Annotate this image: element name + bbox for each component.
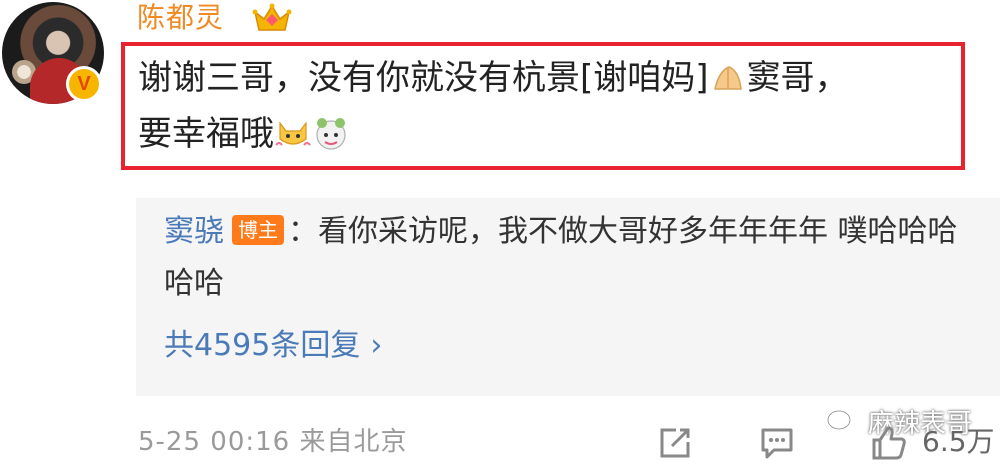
pray-hands-emoji xyxy=(713,66,742,90)
comment-icon[interactable] xyxy=(758,424,796,462)
comment-username[interactable]: 陈都灵 xyxy=(137,0,224,36)
timestamp: 5-25 00:16 xyxy=(138,427,291,457)
chevron-right-icon: › xyxy=(370,328,383,363)
comment-meta: 5-25 00:16 来自北京 xyxy=(138,424,407,460)
cat-emoji xyxy=(275,121,311,146)
source-location: 来自北京 xyxy=(299,427,408,457)
comment-body: 谢谢三哥，没有你就没有杭景[谢咱妈] 窦哥， 要幸福哦 xyxy=(138,50,958,162)
crown-icon xyxy=(252,3,292,31)
comment-text-1: 谢谢三哥，没有你就没有杭景[谢咱妈] xyxy=(138,58,709,98)
comment-text-3: 要幸福哦 xyxy=(138,114,274,154)
verified-badge-icon: V xyxy=(66,66,102,102)
reply-author[interactable]: 窦骁 xyxy=(164,214,224,249)
reply-count-label: 共4595条回复 xyxy=(164,328,361,363)
view-replies-link[interactable]: 共4595条回复 › xyxy=(164,326,382,366)
author-tag-badge: 博主 xyxy=(232,215,284,245)
reply-text: 窦骁 博主 ：看你采访呢，我不做大哥好多年年年年 噗哈哈哈哈哈 xyxy=(164,206,964,310)
like-count: 6.5万 xyxy=(922,425,995,458)
share-icon[interactable] xyxy=(656,424,694,462)
like-icon[interactable] xyxy=(870,424,908,462)
comment-text-2: 窦哥， xyxy=(746,58,849,98)
cartoon-emoji xyxy=(316,118,346,150)
wechat-icon xyxy=(826,409,860,436)
